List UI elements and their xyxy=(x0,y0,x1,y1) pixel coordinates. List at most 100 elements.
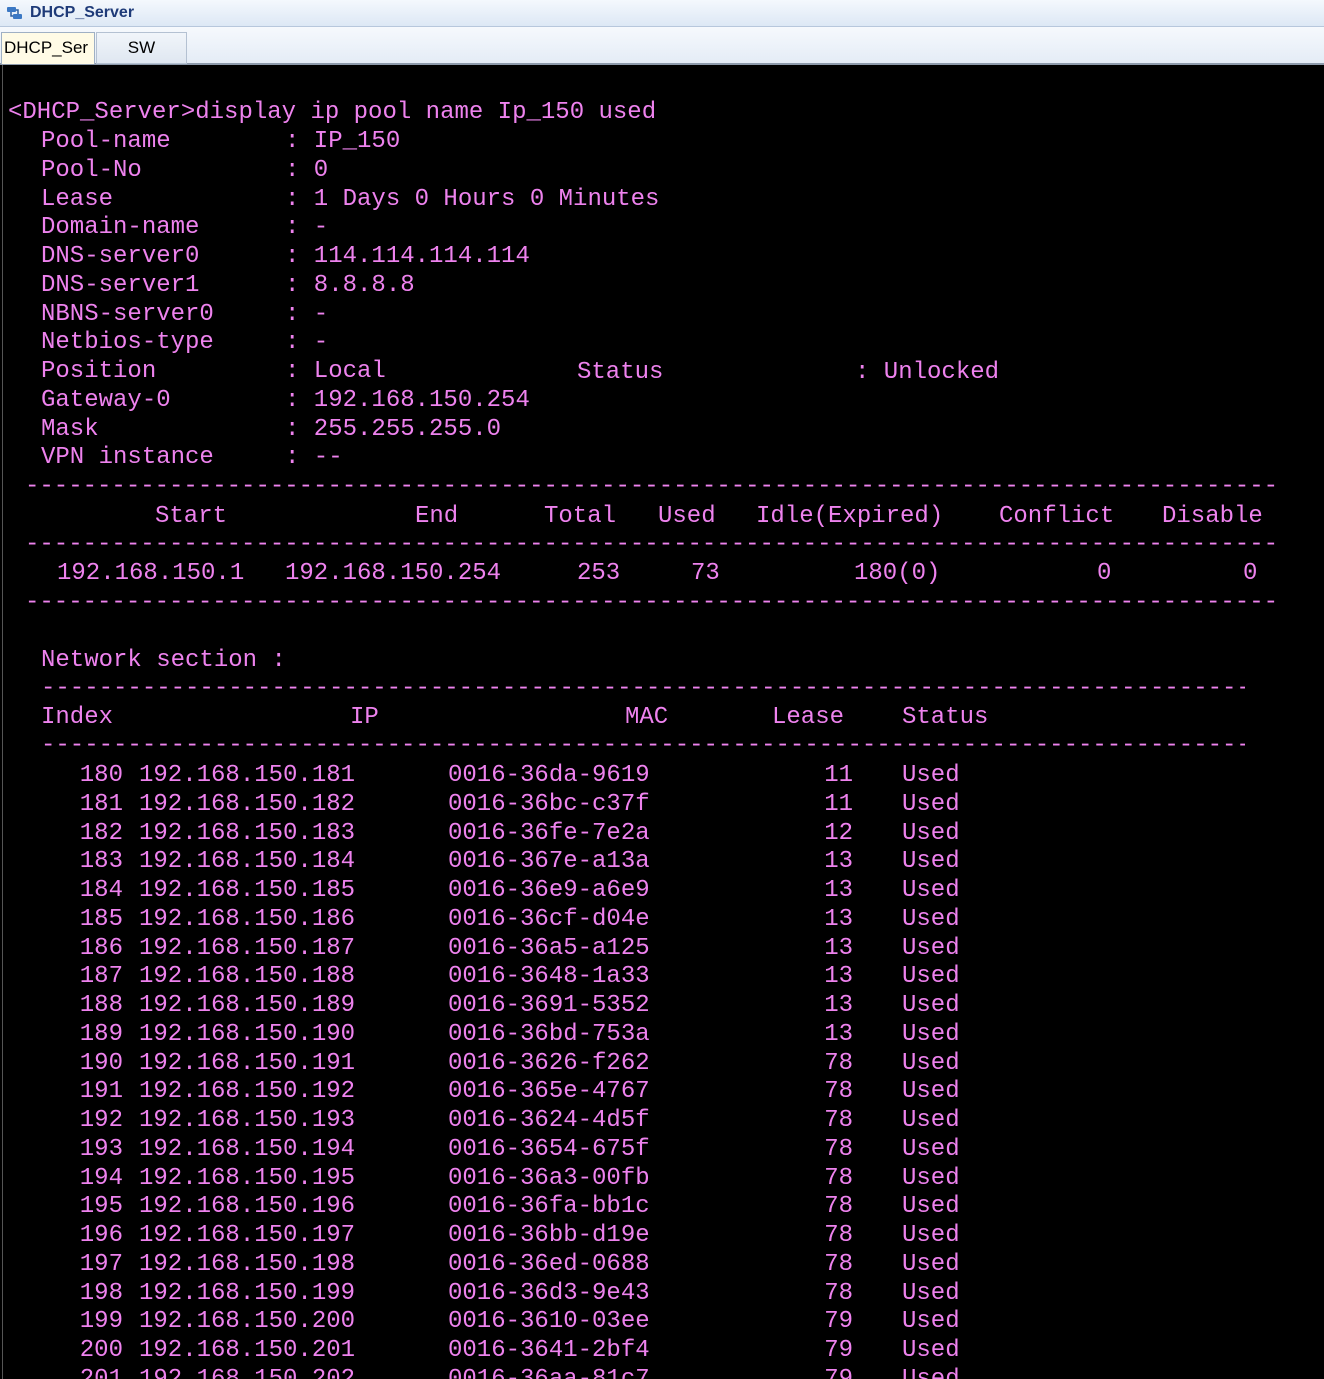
pool-info-value: : - xyxy=(285,329,329,356)
leases-divider-mid: ----------------------------------------… xyxy=(41,732,1245,759)
lease-ip: 192.168.150.190 xyxy=(139,1021,356,1048)
lease-status: Used xyxy=(902,1222,960,1249)
pool-info-key: Netbios-type xyxy=(41,329,214,356)
lease-mac: 0016-3624-4d5f xyxy=(448,1107,650,1134)
lease-mac: 0016-36fa-bb1c xyxy=(448,1193,650,1220)
lease-ip: 192.168.150.183 xyxy=(139,820,356,847)
lease-status: Used xyxy=(902,1251,960,1278)
tab-strip: DHCP_Ser SW xyxy=(0,27,1324,65)
app-window: DHCP_Server DHCP_Ser SW <DHCP_Server>dis… xyxy=(0,0,1324,1379)
status-label: Status xyxy=(577,359,664,386)
lease-mac: 0016-3626-f262 xyxy=(448,1050,650,1077)
pool-info-value: : 0 xyxy=(285,157,329,184)
lease-status: Used xyxy=(902,963,960,990)
network-device-icon xyxy=(6,5,24,22)
lease-mac: 0016-36fe-7e2a xyxy=(448,820,650,847)
lease-mac: 0016-36bc-c37f xyxy=(448,791,650,818)
lease-ip: 192.168.150.192 xyxy=(139,1078,356,1105)
pool-info-value: : 1 Days 0 Hours 0 Minutes xyxy=(285,186,660,213)
summary-start: 192.168.150.1 xyxy=(57,560,245,587)
lease-ip: 192.168.150.191 xyxy=(139,1050,356,1077)
lease-ip: 192.168.150.185 xyxy=(139,877,356,904)
lease-status: Used xyxy=(902,992,960,1019)
lease-index: 200 xyxy=(79,1337,123,1364)
lease-index: 186 xyxy=(79,935,123,962)
lease-time: 13 xyxy=(824,992,853,1019)
lease-time: 13 xyxy=(824,848,853,875)
lease-mac: 0016-3641-2bf4 xyxy=(448,1337,650,1364)
summary-divider-bottom: ----------------------------------------… xyxy=(25,589,1277,616)
lease-index: 190 xyxy=(79,1050,123,1077)
leases-header-index: Index xyxy=(41,704,114,731)
lease-ip: 192.168.150.202 xyxy=(139,1366,355,1379)
leases-divider-top: ----------------------------------------… xyxy=(41,675,1245,702)
pool-info-value: : IP_150 xyxy=(285,128,401,155)
lease-time: 78 xyxy=(824,1078,853,1105)
lease-status: Used xyxy=(902,762,960,789)
pool-info-key: DNS-server0 xyxy=(41,243,200,270)
lease-mac: 0016-3654-675f xyxy=(448,1136,650,1163)
summary-header-start: Start xyxy=(155,503,228,530)
lease-time: 13 xyxy=(824,906,853,933)
lease-ip: 192.168.150.184 xyxy=(139,848,356,875)
lease-status: Used xyxy=(902,1308,960,1335)
leases-header-lease: Lease xyxy=(772,704,845,731)
pool-info-key: NBNS-server0 xyxy=(41,301,214,328)
status-value: : Unlocked xyxy=(855,359,1000,386)
summary-idle: 180(0) xyxy=(854,560,941,587)
terminal-output[interactable]: <DHCP_Server>display ip pool name Ip_150… xyxy=(2,65,1324,1379)
summary-end: 192.168.150.254 xyxy=(285,560,502,587)
pool-info-key: Position xyxy=(41,358,157,385)
lease-status: Used xyxy=(902,1193,960,1220)
lease-time: 78 xyxy=(824,1280,853,1307)
lease-mac: 0016-36bb-d19e xyxy=(448,1222,650,1249)
leases-header-ip: IP xyxy=(350,704,379,731)
pool-info-value: : Local xyxy=(285,358,386,385)
pool-info-key: Domain-name xyxy=(41,214,200,241)
lease-time: 78 xyxy=(824,1136,853,1163)
lease-ip: 192.168.150.186 xyxy=(139,906,356,933)
lease-index: 195 xyxy=(79,1193,123,1220)
pool-info-key: VPN instance xyxy=(41,444,214,471)
pool-info-value: : 8.8.8.8 xyxy=(285,272,415,299)
lease-index: 197 xyxy=(79,1251,123,1278)
lease-index: 201 xyxy=(3,1366,123,1379)
summary-header-idle: Idle(Expired) xyxy=(756,503,944,530)
lease-index: 184 xyxy=(79,877,123,904)
lease-ip: 192.168.150.193 xyxy=(139,1107,356,1134)
lease-index: 194 xyxy=(79,1165,123,1192)
lease-index: 199 xyxy=(79,1308,123,1335)
lease-index: 187 xyxy=(79,963,123,990)
lease-mac: 0016-36ed-0688 xyxy=(448,1251,650,1278)
lease-time: 78 xyxy=(824,1107,853,1134)
lease-mac: 0016-3691-5352 xyxy=(448,992,650,1019)
lease-ip: 192.168.150.200 xyxy=(139,1308,356,1335)
lease-status: Used xyxy=(902,848,960,875)
lease-index: 180 xyxy=(79,762,123,789)
lease-index: 189 xyxy=(79,1021,123,1048)
lease-time: 13 xyxy=(824,963,853,990)
summary-disable: 0 xyxy=(1243,560,1258,587)
tab-dhcp-server[interactable]: DHCP_Ser xyxy=(1,32,95,64)
tab-sw[interactable]: SW xyxy=(96,32,187,64)
lease-status: Used xyxy=(902,1021,960,1048)
summary-header-total: Total xyxy=(544,503,617,530)
lease-mac: 0016-36aa-81c7 xyxy=(448,1366,650,1379)
pool-info-key: Gateway-0 xyxy=(41,387,171,414)
lease-time: 13 xyxy=(824,877,853,904)
lease-time: 78 xyxy=(824,1193,853,1220)
leases-header-status: Status xyxy=(902,704,989,731)
lease-ip: 192.168.150.182 xyxy=(139,791,356,818)
title-bar: DHCP_Server xyxy=(0,0,1324,27)
lease-index: 183 xyxy=(79,848,123,875)
lease-ip: 192.168.150.196 xyxy=(139,1193,356,1220)
summary-total: 253 xyxy=(577,560,621,587)
lease-ip: 192.168.150.198 xyxy=(139,1251,356,1278)
lease-index: 188 xyxy=(79,992,123,1019)
summary-header-disable: Disable xyxy=(1162,503,1263,530)
lease-index: 196 xyxy=(79,1222,123,1249)
lease-status: Used xyxy=(902,1280,960,1307)
lease-mac: 0016-36a5-a125 xyxy=(448,935,650,962)
pool-info-value: : 114.114.114.114 xyxy=(285,243,530,270)
lease-status: Used xyxy=(902,1136,960,1163)
